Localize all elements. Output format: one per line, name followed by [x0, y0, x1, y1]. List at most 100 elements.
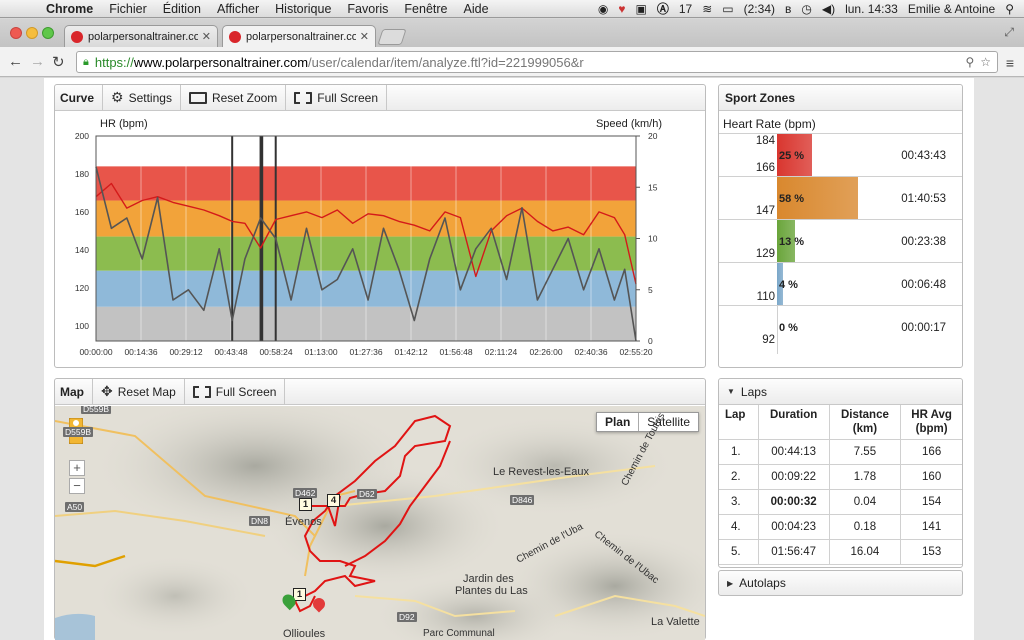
x-tick-label: 01:56:48 [439, 347, 472, 357]
user-icon[interactable]: ◉ [598, 2, 608, 16]
menu-historique[interactable]: Historique [267, 2, 339, 16]
volume-icon[interactable]: ◀) [822, 2, 835, 16]
wifi-icon[interactable]: ≋ [702, 2, 712, 16]
curve-title: Curve [55, 85, 104, 110]
zone-lower-bound: 110 [756, 291, 775, 303]
table-row[interactable]: 1. 00:44:13 7.55 166 [719, 439, 962, 465]
reset-map-icon: ✥ [101, 383, 113, 399]
reset-map-button[interactable]: ✥ Reset Map [93, 379, 185, 404]
url-path: /user/calendar/item/analyze.ftl?id=22199… [308, 54, 584, 70]
menu-edition[interactable]: Édition [155, 2, 209, 16]
lock-icon: 🔒︎ [83, 55, 89, 68]
table-row-selected[interactable]: 3. 00:00:32 0.04 154 [719, 489, 962, 515]
tab-close-icon[interactable]: ✕ [360, 30, 369, 43]
reset-map-label: Reset Map [117, 384, 176, 399]
reset-zoom-button[interactable]: Reset Zoom [181, 85, 287, 110]
minimize-window-button[interactable] [26, 27, 38, 39]
menu-favoris[interactable]: Favoris [339, 2, 396, 16]
url-host: www.polarpersonaltrainer.com [133, 54, 309, 70]
curve-full-screen-button[interactable]: Full Screen [286, 85, 387, 110]
lap-flag-marker[interactable]: 1 [299, 498, 312, 511]
tab-title: polarpersonaltrainer.com [246, 30, 356, 43]
lap-number: 5. [719, 539, 759, 565]
map-full-screen-label: Full Screen [215, 384, 277, 399]
x-tick-label: 02:11:24 [485, 347, 518, 357]
spotlight-icon[interactable]: ⚲ [1005, 2, 1014, 16]
clock[interactable]: lun. 14:33 [845, 2, 898, 16]
place-jardin-2: Plantes du Las [455, 585, 528, 597]
plan-map-button[interactable]: Plan [597, 413, 640, 431]
address-bar[interactable]: 🔒︎ https:// www.polarpersonaltrainer.com… [76, 51, 998, 73]
x-tick-label: 01:13:00 [304, 347, 337, 357]
laps-header[interactable]: ▼ Laps [719, 379, 962, 405]
table-row[interactable]: 5. 01:56:47 16.04 153 [719, 539, 962, 565]
zone-percent: 25 % [779, 150, 805, 162]
place-ollioules: Ollioules [283, 628, 326, 640]
lap-hr-avg: 153 [900, 539, 962, 565]
lap-distance: 0.04 [829, 489, 902, 515]
bluetooth-icon[interactable]: ʙ [785, 2, 791, 16]
settings-button[interactable]: ⚙ Settings [103, 85, 181, 110]
time-machine-icon[interactable]: ◷ [801, 2, 811, 16]
lap-distance: 1.78 [829, 464, 902, 490]
map-zoom-out-button[interactable]: − [69, 478, 85, 494]
road-label: A50 [65, 502, 85, 512]
menu-fenetre[interactable]: Fenêtre [396, 2, 455, 16]
menu-afficher[interactable]: Afficher [209, 2, 267, 16]
column-header-duration: Duration [758, 405, 830, 440]
browser-tab[interactable]: polarpersonaltrainer.com ✕ [64, 25, 218, 47]
fullscreen-icon[interactable]: ⤢ [1004, 25, 1014, 40]
x-tick-label: 01:27:36 [349, 347, 382, 357]
map-full-screen-button[interactable]: Full Screen [185, 379, 286, 404]
table-row[interactable]: 2. 00:09:22 1.78 160 [719, 464, 962, 490]
lap-duration: 00:00:32 [758, 489, 830, 515]
zone-time: 01:40:53 [901, 193, 946, 205]
full-screen-icon [294, 91, 313, 104]
chrome-menu-icon[interactable]: ≡ [1006, 55, 1014, 71]
map-canvas[interactable]: Plan Satellite + − D559B D559B A50 DN8 D… [55, 406, 705, 640]
hr-speed-chart[interactable]: 00:00:00 00:14:36 00:29:12 00:43:48 00:58:24… [55, 112, 705, 368]
map-zoom-in-button[interactable]: + [69, 460, 85, 476]
sport-zones-subtitle: Heart Rate (bpm) [723, 117, 816, 131]
sport-zone-row: 184 166 25 % 00:43:43 [719, 133, 962, 176]
laps-table: Lap Duration Distance (km) HR Avg (bpm) 1.… [719, 405, 962, 565]
zoom-magnifier-icon[interactable]: ⚲ [965, 55, 974, 69]
tab-close-icon[interactable]: ✕ [202, 30, 211, 43]
gear-icon: ⚙ [111, 89, 124, 105]
bookmark-star-icon[interactable]: ☆ [980, 55, 991, 69]
close-window-button[interactable] [10, 27, 22, 39]
lap-duration: 00:09:22 [758, 464, 830, 490]
sport-zone-row: 92 0 % 00:00:17 [719, 305, 962, 348]
y-axis-title: HR (bpm) [100, 118, 148, 130]
sport-zone-row: 147 58 % 01:40:53 [719, 176, 962, 219]
caret-right-icon: ▶ [727, 578, 734, 588]
menu-aide[interactable]: Aide [456, 2, 497, 16]
y2-tick-label: 15 [648, 182, 658, 192]
table-row[interactable]: 4. 00:04:23 0.18 141 [719, 514, 962, 540]
road-label: D462 [293, 488, 318, 498]
lap-number: 1. [719, 439, 759, 465]
autolaps-header[interactable]: ▶ Autolaps [718, 570, 963, 596]
lap-flag-marker[interactable]: 4 [327, 494, 340, 507]
caret-down-icon: ▼ [727, 387, 735, 396]
adobe-icon[interactable]: Ⓐ [657, 0, 669, 17]
back-arrow-icon[interactable]: ← [8, 53, 23, 70]
y2-tick-label: 0 [648, 336, 653, 346]
user-name[interactable]: Emilie & Antoine [908, 2, 995, 16]
zoom-window-button[interactable] [42, 27, 54, 39]
browser-tab-active[interactable]: polarpersonaltrainer.com ✕ [222, 25, 376, 47]
menu-fichier[interactable]: Fichier [101, 2, 155, 16]
heart-icon[interactable]: ♥ [618, 2, 625, 16]
forward-arrow-icon[interactable]: → [30, 53, 45, 70]
notification-icon[interactable]: ▣ [636, 2, 647, 16]
reload-icon[interactable]: ↻ [52, 53, 65, 71]
url-scheme: https:// [94, 54, 134, 70]
column-header-hr-avg: HR Avg (bpm) [900, 405, 962, 440]
battery-icon[interactable]: ▭ [722, 2, 733, 16]
sport-zone-row: 110 4 % 00:06:48 [719, 262, 962, 305]
y-tick-label: 200 [75, 131, 89, 141]
y2-tick-label: 20 [648, 131, 658, 141]
x-tick-label: 02:26:00 [529, 347, 562, 357]
menu-chrome[interactable]: Chrome [38, 2, 101, 16]
new-tab-button[interactable] [377, 29, 407, 45]
